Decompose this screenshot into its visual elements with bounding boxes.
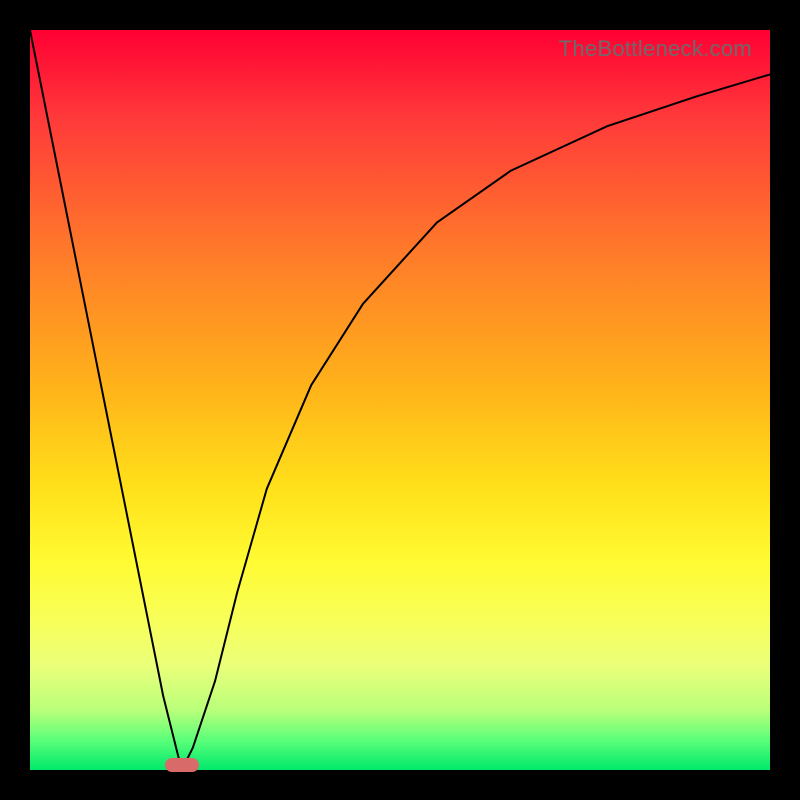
bottleneck-curve <box>30 30 770 770</box>
plot-area: TheBottleneck.com <box>30 30 770 770</box>
chart-frame: TheBottleneck.com <box>0 0 800 800</box>
optimal-marker <box>165 758 199 772</box>
